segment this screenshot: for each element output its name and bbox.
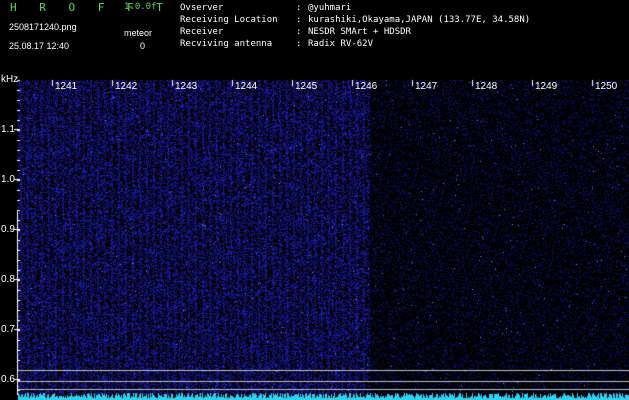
- info-value-location: kurashiki,Okayama,JAPAN (133.77E, 34.58N…: [308, 15, 531, 25]
- x-tick-label: 1250: [595, 81, 618, 92]
- info-key-antenna: Recviving antenna: [180, 39, 273, 49]
- info-colon: :: [296, 3, 302, 13]
- x-tick-label: 1244: [235, 81, 258, 92]
- x-tick-label: 1243: [175, 81, 198, 92]
- spectrogram-canvas: [0, 0, 629, 400]
- x-tick-label: 1242: [115, 81, 138, 92]
- info-key-location: Receiving Location: [180, 15, 278, 25]
- x-tick-label: 1247: [415, 81, 438, 92]
- meteor-label: meteor: [124, 28, 153, 38]
- info-value-antenna: Radix RV-62V: [308, 39, 374, 49]
- info-value-receiver: NESDR SMArt + HDSDR: [308, 27, 411, 37]
- info-colon: :: [296, 15, 302, 25]
- y-tick-label: 0.7: [1, 324, 15, 335]
- info-key-receiver: Receiver: [180, 27, 224, 37]
- x-tick-label: 1245: [295, 81, 318, 92]
- info-colon: :: [296, 39, 302, 49]
- x-tick-label: 1241: [55, 81, 78, 92]
- y-tick-label: 0.6: [1, 374, 15, 385]
- file-name: 2508171240.png: [9, 22, 77, 32]
- x-tick-label: 1246: [355, 81, 378, 92]
- x-tick-label: 1248: [475, 81, 498, 92]
- y-tick-label: 0.9: [1, 224, 15, 235]
- y-tick-label: 1.0: [1, 174, 15, 185]
- freq-unit-label: kHz: [1, 74, 19, 85]
- x-tick-label: 1249: [535, 81, 558, 92]
- timestamp: 25.08.17 12:40: [9, 41, 70, 51]
- y-tick-label: 1.1: [1, 124, 15, 135]
- info-value-observer: @yuhmari: [308, 3, 352, 13]
- info-colon: :: [296, 27, 302, 37]
- app-version: 1.0.0f: [124, 2, 157, 12]
- info-key-observer: Ovserver: [180, 3, 224, 13]
- meteor-count: 0: [140, 41, 146, 51]
- y-tick-label: 0.8: [1, 274, 15, 285]
